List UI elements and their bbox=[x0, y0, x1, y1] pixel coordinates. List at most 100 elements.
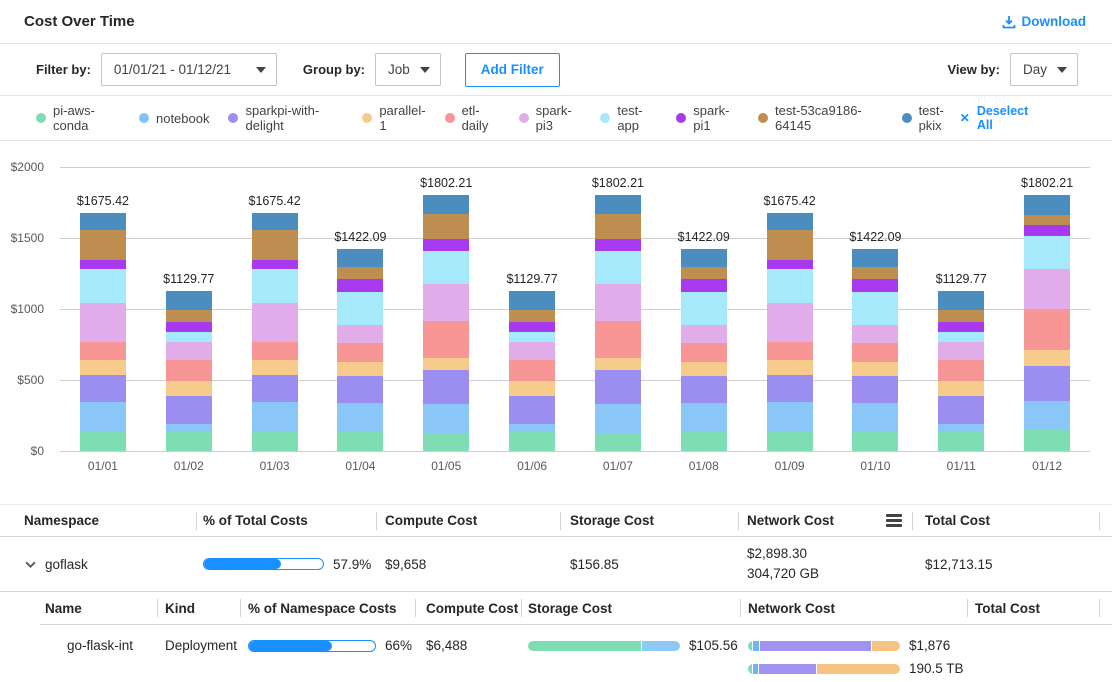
legend-dot bbox=[362, 113, 372, 123]
cost-table-header: Namespace % of Total Costs Compute Cost … bbox=[0, 504, 1112, 537]
legend-item-etl-daily[interactable]: etl-daily bbox=[445, 103, 500, 133]
bar-01/11[interactable]: $1129.77 bbox=[938, 291, 984, 451]
bar-segment-etl-daily bbox=[423, 321, 469, 358]
group-by-dropdown[interactable]: Job bbox=[375, 53, 441, 86]
bar-segment-etl-daily bbox=[767, 342, 813, 360]
x-tick-label: 01/07 bbox=[603, 459, 633, 473]
x-tick-label: 01/11 bbox=[947, 459, 976, 473]
table-row-go-flask-int[interactable]: go-flask-int Deployment 66% $6,488 $105.… bbox=[40, 625, 1112, 682]
legend-label: sparkpi-with-delight bbox=[245, 103, 343, 133]
col-total: Total Cost bbox=[967, 592, 1112, 624]
bar-01/08[interactable]: $1422.09 bbox=[681, 249, 727, 451]
download-button[interactable]: Download bbox=[1002, 14, 1087, 29]
bar-01/04[interactable]: $1422.09 bbox=[337, 249, 383, 451]
bar-segment-test-app bbox=[852, 292, 898, 326]
bar-segment-spark-pi3 bbox=[509, 342, 555, 361]
x-tick-label: 01/09 bbox=[775, 459, 805, 473]
gridline bbox=[60, 167, 1090, 168]
bar-segment-sparkpi-with-delight bbox=[595, 370, 641, 404]
bar-01/12[interactable]: $1802.21 bbox=[1024, 195, 1070, 451]
total-cost-cell: $12,713.15 bbox=[912, 537, 1112, 591]
chevron-down-icon[interactable] bbox=[24, 558, 37, 571]
table-row-goflask[interactable]: goflask 57.9% $9,658 $156.85 $2,898.30 3… bbox=[0, 537, 1112, 592]
bar-segment-spark-pi1 bbox=[166, 322, 212, 332]
network-cost-value: $1,876 bbox=[909, 638, 950, 653]
date-range-value: 01/01/21 - 01/12/21 bbox=[114, 62, 231, 77]
cost-table: Namespace % of Total Costs Compute Cost … bbox=[0, 504, 1112, 682]
y-tick-label: $1000 bbox=[11, 302, 44, 316]
bar-segment-spark-pi1 bbox=[337, 279, 383, 291]
legend-dot bbox=[36, 113, 46, 123]
column-settings-icon[interactable] bbox=[886, 512, 902, 530]
bar-segment-parallel-1 bbox=[938, 381, 984, 396]
col-compute: Compute Cost bbox=[376, 505, 560, 536]
legend-item-pi-aws-conda[interactable]: pi-aws-conda bbox=[36, 103, 120, 133]
bar-segment-pi-aws-conda bbox=[337, 432, 383, 451]
storage-cost-cell: $105.56 bbox=[521, 638, 740, 653]
bar-01/05[interactable]: $1802.21 bbox=[423, 195, 469, 451]
x-tick-label: 01/03 bbox=[260, 459, 290, 473]
bar-segment-parallel-1 bbox=[767, 360, 813, 376]
deselect-all-label: Deselect All bbox=[977, 104, 1040, 132]
compute-cost-cell: $6,488 bbox=[415, 638, 521, 653]
legend-dot bbox=[519, 113, 529, 123]
bar-segment-parallel-1 bbox=[681, 362, 727, 377]
gridline bbox=[60, 309, 1090, 310]
view-by-label: View by: bbox=[947, 62, 1000, 77]
bar-segment-spark-pi1 bbox=[423, 239, 469, 251]
bar-segment-test-pkix bbox=[166, 291, 212, 310]
bar-01/02[interactable]: $1129.77 bbox=[166, 291, 212, 451]
download-icon bbox=[1002, 15, 1016, 29]
x-tick-label: 01/01 bbox=[88, 459, 118, 473]
bar-01/09[interactable]: $1675.42 bbox=[767, 213, 813, 451]
network-volume-value: 190.5 TB bbox=[909, 661, 964, 676]
bar-segment-parallel-1 bbox=[595, 358, 641, 370]
bar-segment-test-53ca9186-64145 bbox=[767, 230, 813, 259]
bar-segment-pi-aws-conda bbox=[423, 433, 469, 451]
bar-segment-etl-daily bbox=[337, 343, 383, 361]
legend-item-spark-pi1[interactable]: spark-pi1 bbox=[676, 103, 739, 133]
legend-item-test-app[interactable]: test-app bbox=[600, 103, 657, 133]
bar-01/07[interactable]: $1802.21 bbox=[595, 195, 641, 451]
storage-cost-value: $105.56 bbox=[689, 638, 738, 653]
legend-dot bbox=[228, 113, 238, 123]
bar-01/10[interactable]: $1422.09 bbox=[852, 249, 898, 451]
mini-bar-segment bbox=[760, 641, 871, 651]
pct-total-bar bbox=[203, 558, 324, 570]
bar-segment-test-app bbox=[681, 292, 727, 326]
legend-label: test-app bbox=[617, 103, 657, 133]
bar-segment-etl-daily bbox=[252, 342, 298, 360]
chevron-down-icon bbox=[420, 67, 430, 73]
legend-item-spark-pi3[interactable]: spark-pi3 bbox=[519, 103, 582, 133]
bar-segment-spark-pi3 bbox=[252, 303, 298, 342]
bar-segment-notebook bbox=[337, 403, 383, 432]
bar-01/06[interactable]: $1129.77 bbox=[509, 291, 555, 451]
bar-segment-test-53ca9186-64145 bbox=[423, 214, 469, 240]
bar-segment-test-pkix bbox=[1024, 195, 1070, 215]
date-range-dropdown[interactable]: 01/01/21 - 01/12/21 bbox=[101, 53, 277, 86]
legend-item-sparkpi-with-delight[interactable]: sparkpi-with-delight bbox=[228, 103, 343, 133]
bar-segment-test-53ca9186-64145 bbox=[852, 267, 898, 279]
bar-segment-spark-pi3 bbox=[80, 303, 126, 342]
bar-segment-etl-daily bbox=[166, 360, 212, 381]
col-compute: Compute Cost bbox=[415, 592, 521, 624]
legend-label: etl-daily bbox=[462, 103, 500, 133]
filter-by-label: Filter by: bbox=[36, 62, 91, 77]
legend-item-test-pkix[interactable]: test-pkix bbox=[902, 103, 960, 133]
namespace-name: goflask bbox=[45, 557, 88, 572]
bar-segment-parallel-1 bbox=[80, 360, 126, 376]
bar-01/03[interactable]: $1675.42 bbox=[252, 213, 298, 451]
bar-01/01[interactable]: $1675.42 bbox=[80, 213, 126, 451]
deselect-all-button[interactable]: ✕ Deselect All bbox=[960, 104, 1040, 132]
x-tick-label: 01/10 bbox=[860, 459, 890, 473]
view-by-dropdown[interactable]: Day bbox=[1010, 53, 1078, 86]
bar-segment-test-pkix bbox=[681, 249, 727, 267]
legend-item-parallel-1[interactable]: parallel-1 bbox=[362, 103, 425, 133]
bar-total-label: $1129.77 bbox=[163, 272, 214, 286]
legend-item-test-53ca9186-64145[interactable]: test-53ca9186-64145 bbox=[758, 103, 883, 133]
legend-item-notebook[interactable]: notebook bbox=[139, 111, 210, 126]
legend-label: parallel-1 bbox=[379, 103, 425, 133]
gridline bbox=[60, 238, 1090, 239]
pct-namespace-bar bbox=[248, 640, 376, 652]
add-filter-button[interactable]: Add Filter bbox=[465, 53, 560, 87]
